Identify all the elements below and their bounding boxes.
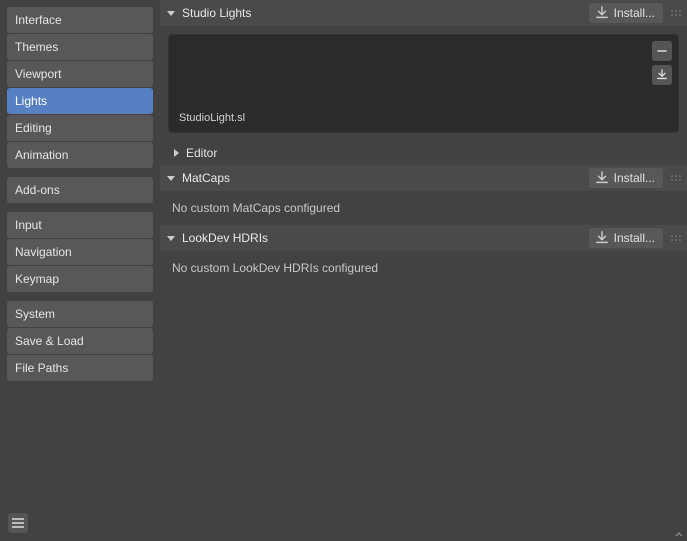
- matcaps-empty-message: No custom MatCaps configured: [168, 195, 679, 221]
- disclosure-down-icon[interactable]: [166, 8, 176, 18]
- sidebar-group-1: Interface Themes Viewport Lights Editing…: [7, 7, 153, 169]
- install-studio-light-button[interactable]: Install...: [589, 3, 663, 23]
- panel-title: Studio Lights: [182, 6, 583, 20]
- preferences-main: Studio Lights Install... StudioLight.sl: [160, 0, 687, 541]
- sidebar-item-addons[interactable]: Add-ons: [7, 177, 153, 203]
- disclosure-right-icon[interactable]: [172, 146, 180, 160]
- grip-icon[interactable]: [669, 235, 683, 241]
- hdris-empty-message: No custom LookDev HDRIs configured: [168, 255, 679, 281]
- panel-header-matcaps: MatCaps Install...: [160, 165, 687, 191]
- install-label: Install...: [614, 6, 655, 20]
- sub-panel-editor: Editor: [160, 141, 687, 165]
- grip-icon[interactable]: [669, 175, 683, 181]
- download-icon: [595, 171, 609, 185]
- sidebar-item-system[interactable]: System: [7, 301, 153, 327]
- sidebar-item-input[interactable]: Input: [7, 212, 153, 238]
- sidebar-item-viewport[interactable]: Viewport: [7, 61, 153, 87]
- install-hdri-button[interactable]: Install...: [589, 228, 663, 248]
- sidebar-item-interface[interactable]: Interface: [7, 7, 153, 33]
- sidebar-item-animation[interactable]: Animation: [7, 142, 153, 168]
- preview-controls: [652, 41, 672, 85]
- sidebar-item-file-paths[interactable]: File Paths: [7, 355, 153, 381]
- sub-panel-title: Editor: [186, 146, 217, 160]
- install-matcap-button[interactable]: Install...: [589, 168, 663, 188]
- disclosure-down-icon[interactable]: [166, 233, 176, 243]
- save-button[interactable]: [652, 65, 672, 85]
- sidebar-group-4: System Save & Load File Paths: [7, 301, 153, 382]
- panel-header-studio-lights: Studio Lights Install...: [160, 0, 687, 26]
- panel-body-studio-lights: StudioLight.sl: [160, 26, 687, 141]
- disclosure-down-icon[interactable]: [166, 173, 176, 183]
- sidebar-group-2: Add-ons: [7, 177, 153, 204]
- studio-light-preview[interactable]: StudioLight.sl: [168, 34, 679, 133]
- install-label: Install...: [614, 171, 655, 185]
- download-icon: [595, 6, 609, 20]
- sidebar-item-navigation[interactable]: Navigation: [7, 239, 153, 265]
- panel-header-hdris: LookDev HDRIs Install...: [160, 225, 687, 251]
- preferences-sidebar: Interface Themes Viewport Lights Editing…: [0, 0, 160, 541]
- sidebar-item-keymap[interactable]: Keymap: [7, 266, 153, 292]
- sidebar-item-save-load[interactable]: Save & Load: [7, 328, 153, 354]
- panel-body-matcaps: No custom MatCaps configured: [160, 191, 687, 225]
- sidebar-item-editing[interactable]: Editing: [7, 115, 153, 141]
- install-label: Install...: [614, 231, 655, 245]
- panel-body-hdris: No custom LookDev HDRIs configured: [160, 251, 687, 285]
- panel-title: MatCaps: [182, 171, 583, 185]
- sidebar-item-lights[interactable]: Lights: [7, 88, 153, 114]
- preview-name-label: StudioLight.sl: [179, 112, 245, 124]
- sidebar-group-3: Input Navigation Keymap: [7, 212, 153, 293]
- area-corner-handle[interactable]: [673, 527, 685, 539]
- preferences-menu-button[interactable]: [8, 513, 28, 533]
- panel-title: LookDev HDRIs: [182, 231, 583, 245]
- grip-icon[interactable]: [669, 10, 683, 16]
- download-icon: [595, 231, 609, 245]
- hamburger-icon: [12, 518, 24, 528]
- remove-button[interactable]: [652, 41, 672, 61]
- sidebar-item-themes[interactable]: Themes: [7, 34, 153, 60]
